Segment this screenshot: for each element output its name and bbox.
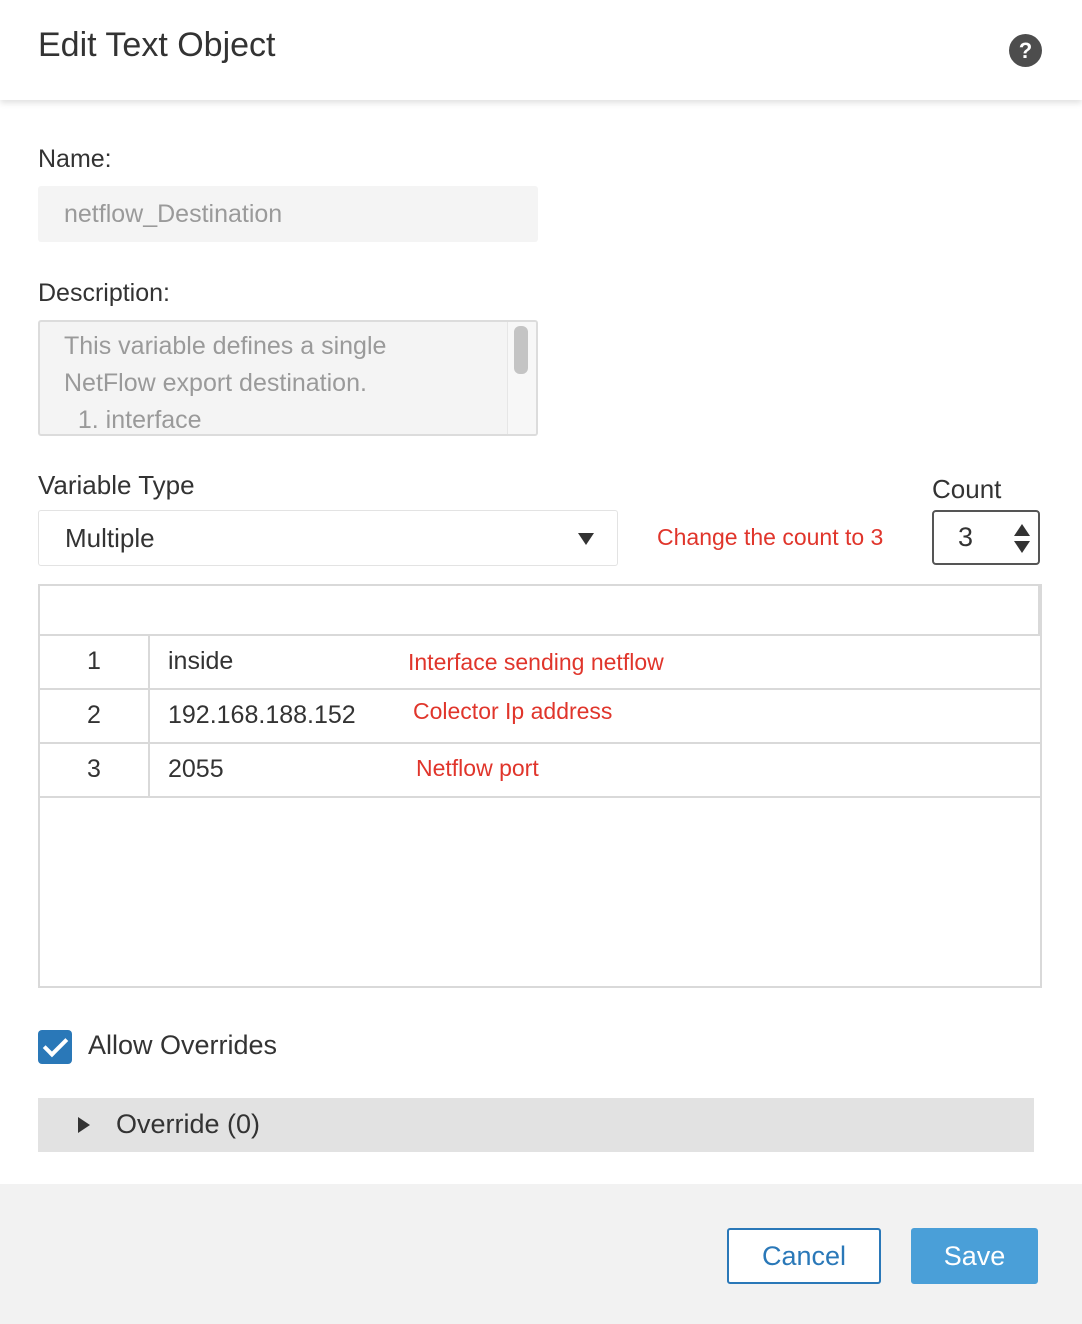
caret-right-icon <box>78 1117 90 1133</box>
stepper-up-icon[interactable] <box>1014 524 1030 536</box>
name-label: Name: <box>38 145 112 173</box>
override-section-toggle[interactable]: Override (0) <box>38 1098 1034 1152</box>
dialog-footer: Cancel Save <box>0 1184 1082 1324</box>
allow-overrides-label[interactable]: Allow Overrides <box>88 1030 277 1061</box>
count-label: Count <box>932 474 1002 504</box>
description-textarea[interactable]: This variable defines a single NetFlow e… <box>38 320 538 436</box>
row-value-input[interactable]: 2055 <box>168 744 224 794</box>
chevron-down-icon <box>578 533 594 545</box>
save-button[interactable]: Save <box>911 1228 1038 1284</box>
variable-type-label: Variable Type <box>38 470 195 500</box>
name-input[interactable] <box>38 186 538 242</box>
allow-overrides-checkbox[interactable] <box>38 1030 72 1064</box>
description-scrollbar-thumb[interactable] <box>514 326 528 374</box>
count-value: 3 <box>958 522 974 552</box>
cancel-button[interactable]: Cancel <box>727 1228 881 1284</box>
table-row: 3 2055 <box>40 744 1040 798</box>
variable-type-select[interactable]: Multiple <box>38 510 618 566</box>
row-index: 3 <box>40 744 150 796</box>
row-annotation-collector-ip: Colector Ip address <box>413 698 613 724</box>
description-text: This variable defines a single NetFlow e… <box>64 332 387 434</box>
variable-type-value: Multiple <box>65 523 155 553</box>
row-annotation-port: Netflow port <box>416 755 539 781</box>
edit-text-object-dialog: Edit Text Object ? Name: Description: Th… <box>0 0 1082 1324</box>
dialog-header: Edit Text Object ? <box>0 0 1082 100</box>
values-table: 1 inside 2 192.168.188.152 3 2055 <box>38 584 1042 988</box>
count-stepper[interactable]: 3 <box>932 510 1040 565</box>
row-value-input[interactable]: inside <box>168 636 233 686</box>
description-label: Description: <box>38 279 170 307</box>
help-icon[interactable]: ? <box>1009 34 1042 67</box>
stepper-down-icon[interactable] <box>1014 541 1030 553</box>
row-index: 1 <box>40 636 150 688</box>
row-index: 2 <box>40 690 150 742</box>
dialog-title: Edit Text Object <box>38 26 276 64</box>
row-annotation-interface: Interface sending netflow <box>408 649 664 675</box>
count-annotation: Change the count to 3 <box>657 524 884 550</box>
table-header <box>40 586 1040 636</box>
override-section-label: Override (0) <box>116 1109 261 1139</box>
row-value-input[interactable]: 192.168.188.152 <box>168 690 356 740</box>
